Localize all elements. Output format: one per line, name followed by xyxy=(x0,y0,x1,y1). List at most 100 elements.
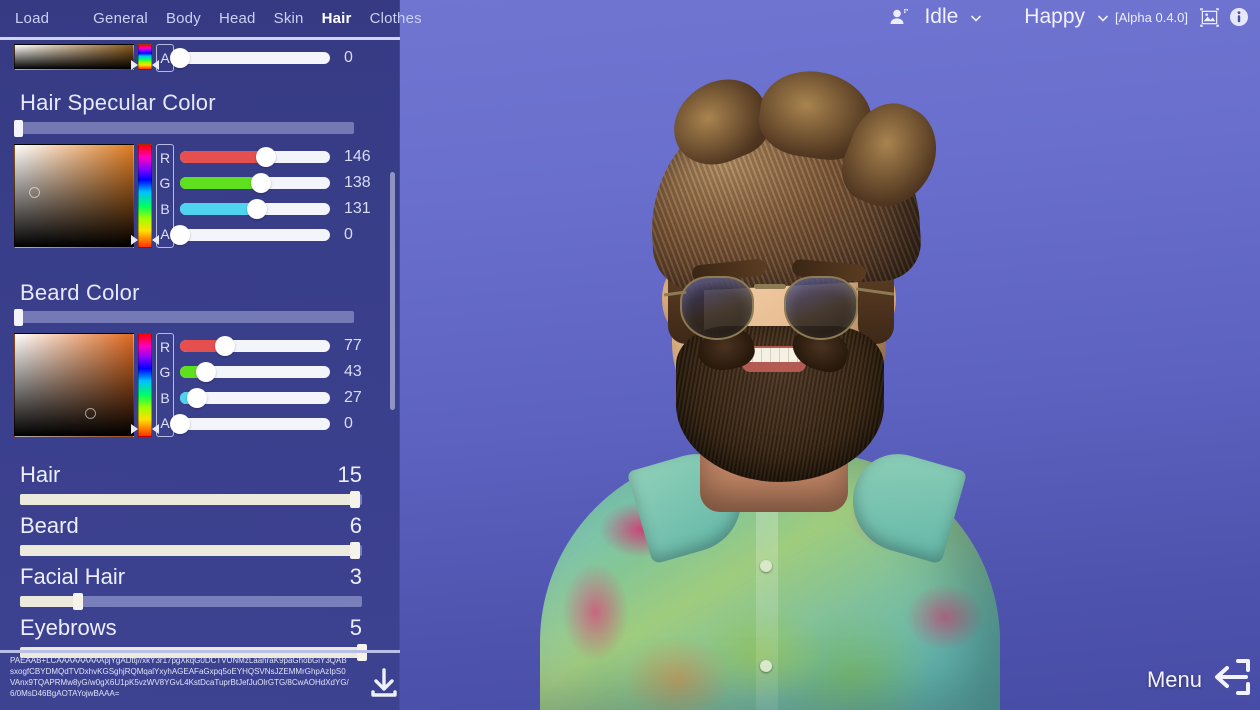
hue-marker-left xyxy=(131,235,138,245)
beard-row-b[interactable]: 27 xyxy=(180,387,378,409)
beard-r-thumb[interactable] xyxy=(215,336,235,356)
tab-general[interactable]: General xyxy=(84,8,157,29)
sunglasses-bridge xyxy=(754,284,786,289)
slider-facial-hair-track[interactable] xyxy=(20,593,362,610)
tab-clothes[interactable]: Clothes xyxy=(361,8,431,29)
hair-specular-color-picker[interactable]: R G B A 146 138 131 0 xyxy=(14,144,378,248)
hair-specular-channel-sliders: 146 138 131 0 xyxy=(170,144,378,248)
hair-specular-value-bar[interactable] xyxy=(14,120,354,137)
slider-hair-thumb[interactable] xyxy=(350,491,361,508)
expression-select[interactable]: Happy xyxy=(1014,5,1109,29)
hair-specular-row-g[interactable]: 138 xyxy=(180,172,378,194)
hair-specular-r-track[interactable] xyxy=(180,147,330,167)
beard-b-track[interactable] xyxy=(180,388,330,408)
alpha-slider-track[interactable] xyxy=(170,48,330,68)
slider-beard-value: 6 xyxy=(349,513,362,538)
hair-specular-value-track[interactable] xyxy=(14,120,354,137)
beard-color-picker[interactable]: R G B A 77 43 27 0 xyxy=(14,333,378,437)
slider-eyebrows-value: 5 xyxy=(349,615,362,640)
hair-specular-row-b[interactable]: 131 xyxy=(180,198,378,220)
beard-r-track[interactable] xyxy=(180,336,330,356)
channel-label-g: G xyxy=(159,175,171,192)
slider-beard-label: Beard xyxy=(20,513,79,538)
hair-specular-g-value: 138 xyxy=(344,174,371,191)
tab-separator xyxy=(0,37,400,40)
hair-color-saturation-square[interactable] xyxy=(14,44,134,70)
beard-b-thumb[interactable] xyxy=(186,388,207,408)
arrow-left-exit-icon xyxy=(1208,657,1252,702)
animation-select[interactable]: Idle xyxy=(914,5,982,29)
chevron-down-icon xyxy=(1095,10,1109,24)
beard-saturation-square[interactable] xyxy=(14,333,134,437)
info-circle-icon[interactable] xyxy=(1224,5,1254,29)
beard-row-a[interactable]: 0 xyxy=(170,413,378,435)
slider-facial-hair[interactable]: Facial Hair 3 xyxy=(20,564,362,610)
channel-label-a: A xyxy=(160,415,170,432)
hair-specular-g-track[interactable] xyxy=(180,173,330,193)
beard-r-value: 77 xyxy=(344,337,362,354)
hair-specular-hue-bar[interactable] xyxy=(131,144,159,248)
beard-channel-sliders: 77 43 27 0 xyxy=(170,333,378,437)
export-base64-string[interactable]: PAEAAB+LCAAAAAAAAApjYgADttj//xkY3r17pgXk… xyxy=(10,655,350,699)
beard-g-track[interactable] xyxy=(180,362,330,382)
top-toolbar: Idle Happy [Alpha 0.4.0] xyxy=(884,0,1260,34)
saturation-cursor[interactable] xyxy=(85,408,96,419)
download-icon[interactable] xyxy=(362,660,406,704)
beard-a-thumb[interactable] xyxy=(170,414,190,434)
alpha-slider-thumb[interactable] xyxy=(170,48,190,68)
hair-specular-r-fill xyxy=(180,151,266,163)
beard-row-r[interactable]: 77 xyxy=(180,335,378,357)
beard-color-title-wrap: Beard Color xyxy=(20,280,140,306)
hue-marker-left xyxy=(131,60,138,70)
hair-specular-row-a[interactable]: 0 xyxy=(170,224,378,246)
slider-beard[interactable]: Beard 6 xyxy=(20,513,362,559)
hair-specular-a-thumb[interactable] xyxy=(170,225,190,245)
slider-eyebrows-header: Eyebrows 5 xyxy=(20,615,362,641)
person-add-icon[interactable] xyxy=(884,5,914,29)
slider-facial-hair-thumb[interactable] xyxy=(73,593,84,610)
slider-hair-value: 15 xyxy=(337,462,362,487)
shirt-button xyxy=(760,660,772,672)
expression-select-value: Happy xyxy=(1024,5,1085,28)
image-frame-icon[interactable] xyxy=(1194,5,1224,29)
channel-label-a: A xyxy=(160,226,170,243)
slider-facial-hair-value: 3 xyxy=(349,564,362,589)
hair-color-alpha-row[interactable]: 0 xyxy=(170,47,378,69)
tab-load[interactable]: Load xyxy=(6,8,58,29)
hair-specular-a-value: 0 xyxy=(344,226,353,243)
slider-beard-thumb[interactable] xyxy=(350,542,361,559)
slider-beard-track[interactable] xyxy=(20,542,362,559)
hair-specular-g-thumb[interactable] xyxy=(251,173,271,193)
saturation-cursor[interactable] xyxy=(29,187,40,198)
beard-a-track[interactable] xyxy=(170,414,330,434)
beard-row-g[interactable]: 43 xyxy=(180,361,378,383)
hair-color-hue-bar[interactable] xyxy=(131,44,159,70)
hair-specular-r-thumb[interactable] xyxy=(255,147,276,167)
panel-scrollbar[interactable] xyxy=(390,172,395,410)
slider-hair-label: Hair xyxy=(20,462,61,487)
hair-color-picker-partial[interactable]: A 0 xyxy=(14,44,378,72)
hue-marker-right xyxy=(152,60,159,70)
tab-head[interactable]: Head xyxy=(210,8,265,29)
menu-button[interactable]: Menu xyxy=(1147,657,1252,702)
hair-specular-b-thumb[interactable] xyxy=(246,199,267,219)
beard-g-thumb[interactable] xyxy=(195,362,216,382)
beard-b-value: 27 xyxy=(344,389,362,406)
beard-value-track[interactable] xyxy=(14,309,354,326)
animation-select-value: Idle xyxy=(924,5,959,28)
tab-skin[interactable]: Skin xyxy=(265,8,313,29)
tab-body[interactable]: Body xyxy=(157,8,210,29)
hair-specular-value-thumb[interactable] xyxy=(14,120,23,137)
hair-specular-b-track[interactable] xyxy=(180,199,330,219)
hair-specular-row-r[interactable]: 146 xyxy=(180,146,378,168)
channel-label-b: B xyxy=(160,200,170,217)
hair-specular-r-value: 146 xyxy=(344,148,371,165)
hair-specular-saturation-square[interactable] xyxy=(14,144,134,248)
slider-hair[interactable]: Hair 15 xyxy=(20,462,362,508)
tab-hair[interactable]: Hair xyxy=(313,8,361,29)
beard-hue-bar[interactable] xyxy=(131,333,159,437)
hair-specular-a-track[interactable] xyxy=(170,225,330,245)
beard-value-thumb[interactable] xyxy=(14,309,23,326)
slider-hair-track[interactable] xyxy=(20,491,362,508)
beard-value-bar[interactable] xyxy=(14,309,354,326)
